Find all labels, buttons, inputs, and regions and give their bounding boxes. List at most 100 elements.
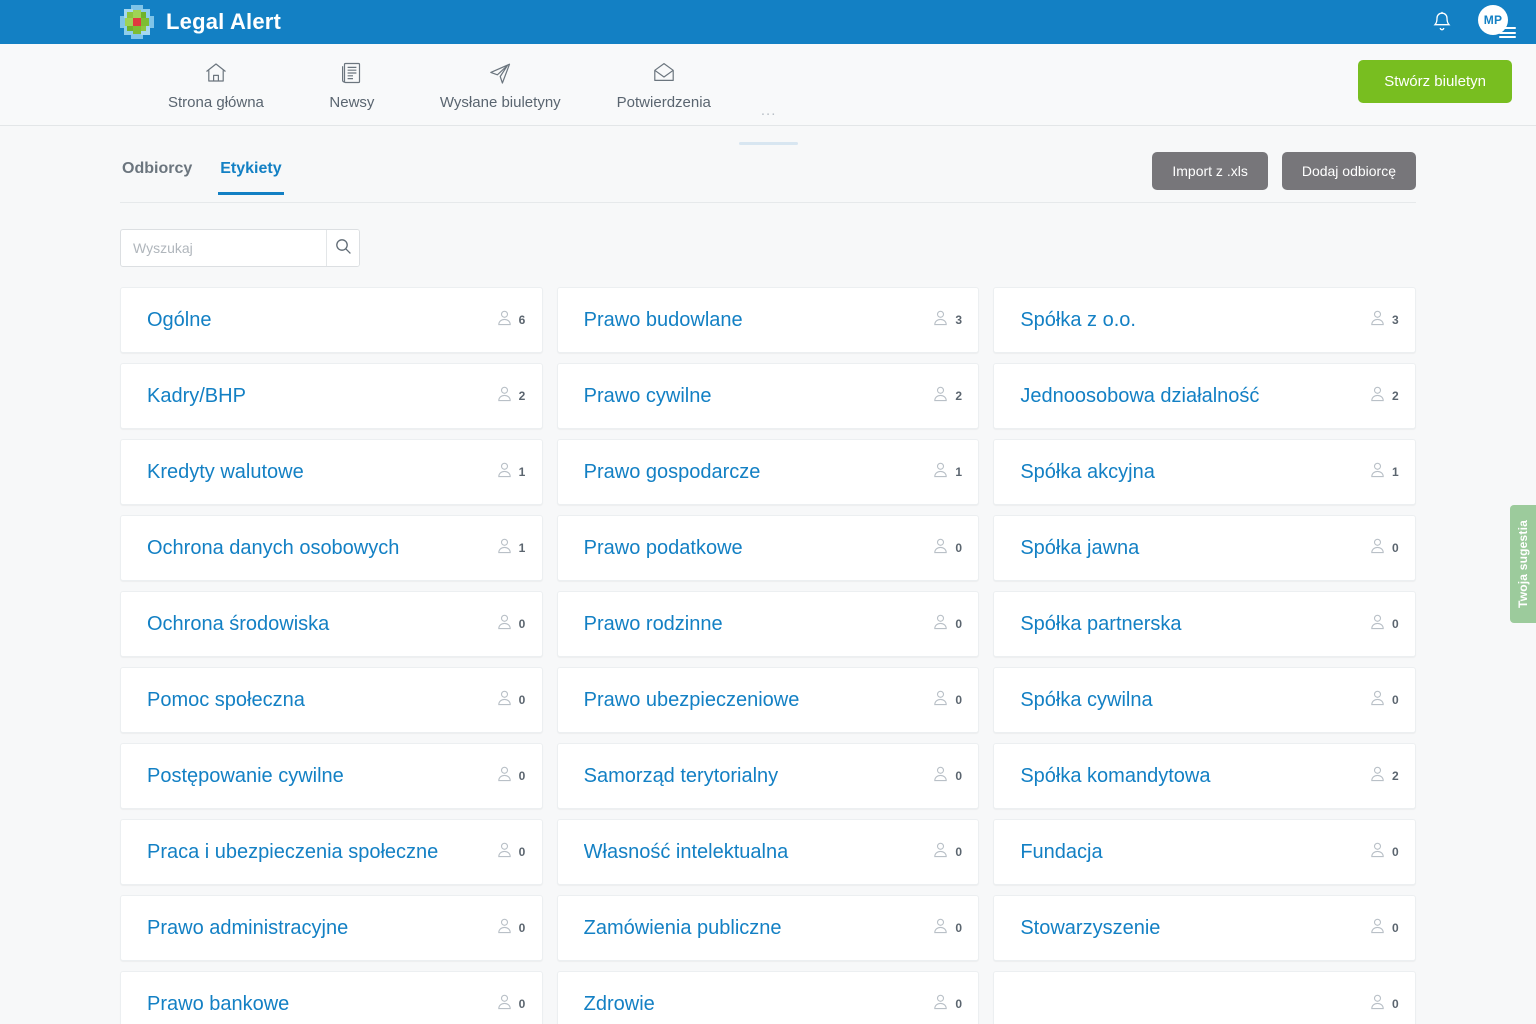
newspaper-icon <box>340 59 364 87</box>
tag-label: Spółka akcyjna <box>1020 461 1364 484</box>
tag-label: Własność intelektualna <box>584 841 928 864</box>
person-icon <box>1370 614 1385 635</box>
tag-card[interactable]: Samorząd terytorialny0 <box>557 743 980 809</box>
search-input[interactable] <box>121 230 326 266</box>
person-icon <box>1370 310 1385 331</box>
tag-recipient-count: 0 <box>497 766 526 787</box>
person-icon <box>933 994 948 1015</box>
tag-recipient-count: 0 <box>1370 614 1399 635</box>
tag-count-value: 0 <box>1392 617 1399 631</box>
tag-card[interactable]: Ochrona środowiska0 <box>120 591 543 657</box>
tag-count-value: 3 <box>955 313 962 327</box>
tag-card[interactable]: 0 <box>993 971 1416 1024</box>
person-icon <box>933 614 948 635</box>
tag-card[interactable]: Pomoc społeczna0 <box>120 667 543 733</box>
tag-label: Postępowanie cywilne <box>147 765 491 788</box>
search-button[interactable] <box>326 230 359 266</box>
person-icon <box>1370 918 1385 939</box>
tag-recipient-count: 0 <box>497 918 526 939</box>
tag-card[interactable]: Spółka cywilna0 <box>993 667 1416 733</box>
tag-card[interactable]: Prawo cywilne2 <box>557 363 980 429</box>
tag-card[interactable]: Prawo budowlane3 <box>557 287 980 353</box>
tag-card[interactable]: Prawo rodzinne0 <box>557 591 980 657</box>
tag-count-value: 0 <box>1392 921 1399 935</box>
sub-header: Odbiorcy Etykiety Import z .xls Dodaj od… <box>120 126 1416 203</box>
hamburger-menu-icon[interactable] <box>1499 26 1516 39</box>
nav-overflow-menu[interactable]: ... <box>739 102 799 119</box>
tag-card[interactable]: Spółka z o.o. 3 <box>993 287 1416 353</box>
tag-card[interactable]: Prawo gospodarcze1 <box>557 439 980 505</box>
brand-name: Legal Alert <box>166 9 281 35</box>
tag-recipient-count: 1 <box>1370 462 1399 483</box>
tag-card[interactable]: Kredyty walutowe1 <box>120 439 543 505</box>
tag-card[interactable]: Ogólne6 <box>120 287 543 353</box>
tag-label: Spółka cywilna <box>1020 689 1364 712</box>
tag-card[interactable]: Spółka akcyjna 1 <box>993 439 1416 505</box>
suggestion-tab[interactable]: Twoja sugestia <box>1510 505 1536 623</box>
person-icon <box>497 614 512 635</box>
tag-label: Kadry/BHP <box>147 385 491 408</box>
tag-recipient-count: 0 <box>497 994 526 1015</box>
tag-card[interactable]: Praca i ubezpieczenia społeczne0 <box>120 819 543 885</box>
tag-card[interactable]: Ochrona danych osobowych1 <box>120 515 543 581</box>
tag-count-value: 2 <box>519 389 526 403</box>
tag-recipient-count: 2 <box>1370 386 1399 407</box>
tag-card[interactable]: Postępowanie cywilne 0 <box>120 743 543 809</box>
tag-card[interactable]: Spółka jawna0 <box>993 515 1416 581</box>
nav-item-potwierdzenia[interactable]: Potwierdzenia <box>589 59 739 125</box>
tag-recipient-count: 0 <box>497 690 526 711</box>
person-icon <box>497 766 512 787</box>
tag-card[interactable]: Spółka komandytowa2 <box>993 743 1416 809</box>
tag-card[interactable]: Własność intelektualna 0 <box>557 819 980 885</box>
tag-card[interactable]: Prawo ubezpieczeniowe0 <box>557 667 980 733</box>
nav-item-wyslane-biuletyny[interactable]: Wysłane biuletyny <box>412 59 589 125</box>
tag-recipient-count: 3 <box>1370 310 1399 331</box>
person-icon <box>933 538 948 559</box>
tag-card[interactable]: Prawo bankowe0 <box>120 971 543 1024</box>
tag-card[interactable]: Zdrowie0 <box>557 971 980 1024</box>
person-icon <box>933 462 948 483</box>
person-icon <box>1370 386 1385 407</box>
person-icon <box>497 538 512 559</box>
brand[interactable]: Legal Alert <box>120 5 281 39</box>
person-icon <box>1370 538 1385 559</box>
tag-card[interactable]: Spółka partnerska 0 <box>993 591 1416 657</box>
person-icon <box>497 918 512 939</box>
tag-card[interactable]: Prawo podatkowe0 <box>557 515 980 581</box>
tag-label: Prawo administracyjne <box>147 917 491 940</box>
tag-recipient-count: 0 <box>933 918 962 939</box>
tag-card[interactable]: Fundacja0 <box>993 819 1416 885</box>
tag-label: Praca i ubezpieczenia społeczne <box>147 841 491 864</box>
tag-recipient-count: 0 <box>933 690 962 711</box>
nav-label: Newsy <box>329 94 374 111</box>
topbar-right-controls: MP <box>1432 5 1512 39</box>
tag-recipient-count: 0 <box>933 842 962 863</box>
tab-odbiorcy[interactable]: Odbiorcy <box>120 160 194 194</box>
tag-recipient-count: 0 <box>497 614 526 635</box>
tag-label: Spółka partnerska <box>1020 613 1364 636</box>
notification-bell-icon[interactable] <box>1432 11 1452 33</box>
person-icon <box>497 842 512 863</box>
tag-label: Spółka z o.o. <box>1020 309 1364 332</box>
create-newsletter-button[interactable]: Stwórz biuletyn <box>1358 60 1512 103</box>
user-menu[interactable]: MP <box>1478 5 1512 39</box>
tag-count-value: 0 <box>955 541 962 555</box>
tag-label: Prawo cywilne <box>584 385 928 408</box>
tag-card[interactable]: Zamówienia publiczne0 <box>557 895 980 961</box>
tag-count-value: 0 <box>955 845 962 859</box>
person-icon <box>933 310 948 331</box>
home-icon <box>203 59 229 87</box>
add-recipient-button[interactable]: Dodaj odbiorcę <box>1282 152 1416 190</box>
tag-recipient-count: 0 <box>1370 918 1399 939</box>
tag-count-value: 2 <box>1392 769 1399 783</box>
tag-label: Prawo gospodarcze <box>584 461 928 484</box>
tag-recipient-count: 6 <box>497 310 526 331</box>
import-xls-button[interactable]: Import z .xls <box>1152 152 1267 190</box>
tag-card[interactable]: Kadry/BHP 2 <box>120 363 543 429</box>
nav-item-newsy[interactable]: Newsy <box>292 59 412 125</box>
tab-etykiety[interactable]: Etykiety <box>218 160 283 194</box>
tag-card[interactable]: Jednoosobowa działalność2 <box>993 363 1416 429</box>
nav-item-strona-glowna[interactable]: Strona główna <box>140 59 292 125</box>
tag-card[interactable]: Prawo administracyjne 0 <box>120 895 543 961</box>
tag-card[interactable]: Stowarzyszenie0 <box>993 895 1416 961</box>
